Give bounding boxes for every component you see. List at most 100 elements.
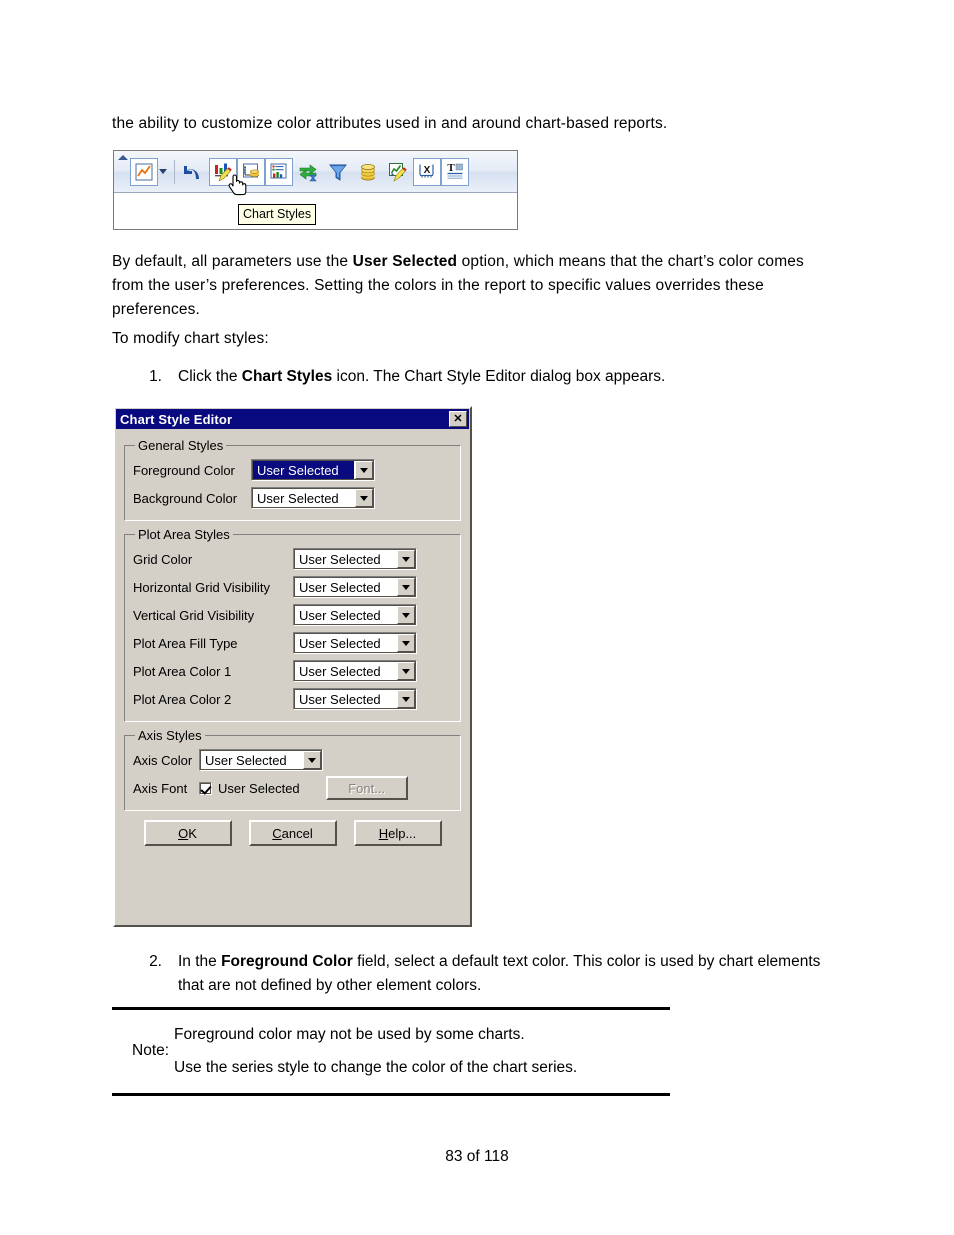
database-icon[interactable] [353,157,383,187]
dialog-title: Chart Style Editor [120,411,233,427]
foreground-color-label: Foreground Color [133,462,235,478]
chart-type-dropdown-caret-icon[interactable] [159,169,167,174]
chevron-down-icon[interactable] [397,662,415,680]
grid-color-value: User Selected [299,551,381,567]
chart-type-icon[interactable] [130,157,158,186]
chevron-down-icon[interactable] [397,550,415,568]
cancel-rest: ancel [281,825,313,841]
grid-color-label: Grid Color [133,551,193,567]
toolbar-grip-icon [114,151,130,193]
default-parameters-paragraph: By default, all parameters use the User … [112,250,824,322]
title-text-icon[interactable]: T [441,157,469,186]
chevron-down-icon[interactable] [397,606,415,624]
step-1-bold: Chart Styles [241,368,333,385]
x-axis-icon[interactable]: X [413,157,441,186]
chevron-down-icon[interactable] [355,461,373,479]
row-axis-color: Axis Color User Selected [133,747,452,773]
axis-styles-legend: Axis Styles [138,728,202,743]
horizontal-grid-visibility-combo[interactable]: User Selected [293,576,417,598]
axis-font-checkbox-label: User Selected [218,780,300,796]
row-background-color: Background Color User Selected [133,485,452,511]
row-axis-font: Axis Font User Selected Font... [133,775,452,801]
plot-area-color-2-label: Plot Area Color 2 [133,691,232,707]
row-vertical-grid-visibility: Vertical Grid Visibility User Selected [133,602,452,628]
svg-text:X: X [424,165,431,176]
cancel-button[interactable]: Cancel [248,820,337,846]
vertical-grid-visibility-label: Vertical Grid Visibility [133,607,255,623]
chart-style-editor-dialog: Chart Style Editor ✕ General Styles Fore… [113,406,472,927]
foreground-color-combo[interactable]: User Selected [251,459,375,481]
cancel-mnemonic: C [272,825,282,841]
note-label: Note: [132,1042,170,1059]
swap-rows-columns-icon[interactable] [293,157,323,187]
help-button[interactable]: Help... [353,820,442,846]
step-2-number: 2. [149,953,162,970]
axis-color-combo[interactable]: User Selected [199,749,323,771]
chart-styles-tooltip: Chart Styles [238,204,317,225]
horizontal-grid-visibility-value: User Selected [299,579,381,595]
step-1-after: icon. The Chart Style Editor dialog box … [332,368,666,385]
axis-styles-group: Axis Styles Axis Color User Selected Axi… [124,728,461,811]
row-plot-area-color-2: Plot Area Color 2 User Selected [133,686,452,712]
dialog-titlebar[interactable]: Chart Style Editor ✕ [116,409,469,429]
chevron-down-icon[interactable] [355,489,373,507]
plot-area-fill-type-label: Plot Area Fill Type [133,635,238,651]
row-horizontal-grid-visibility: Horizontal Grid Visibility User Selected [133,574,452,600]
step-1-before: Click the [178,368,242,385]
plot-area-styles-legend: Plot Area Styles [138,527,230,542]
help-mnemonic: H [378,825,389,841]
grid-color-combo[interactable]: User Selected [293,548,417,570]
chart-styles-icon[interactable] [209,157,237,186]
background-color-combo[interactable]: User Selected [251,487,375,509]
step-2-text: In the Foreground Color field, select a … [178,950,832,998]
to-modify-heading: To modify chart styles: [112,330,269,347]
ok-rest: K [188,825,197,841]
dialog-button-row: OK Cancel Help... [124,820,461,846]
horizontal-grid-visibility-label: Horizontal Grid Visibility [133,579,271,595]
chevron-down-icon[interactable] [397,634,415,652]
default-para-before: By default, all parameters use the [112,253,353,270]
plot-area-styles-group: Plot Area Styles Grid Color User Selecte… [124,527,461,722]
svg-text:T: T [447,162,455,174]
document-page: the ability to customize color attribute… [0,0,954,1235]
user-selected-bold: User Selected [352,253,458,270]
chart-data-icon[interactable] [237,157,265,186]
row-grid-color: Grid Color User Selected [133,546,452,572]
ok-button[interactable]: OK [143,820,232,846]
foreground-color-value: User Selected [252,460,354,480]
font-button[interactable]: Font... [325,776,408,800]
step-2-before: In the [178,953,222,970]
close-icon[interactable]: ✕ [449,411,467,427]
background-color-value: User Selected [257,490,339,506]
step-1: 1. Click the Chart Styles icon. The Char… [132,365,832,389]
chevron-down-icon[interactable] [397,690,415,708]
axis-font-label: Axis Font [133,780,188,796]
intro-paragraph: the ability to customize color attribute… [112,115,668,132]
plot-area-color-1-value: User Selected [299,663,381,679]
vertical-grid-visibility-combo[interactable]: User Selected [293,604,417,626]
chevron-down-icon[interactable] [397,578,415,596]
row-plot-area-color-1: Plot Area Color 1 User Selected [133,658,452,684]
plot-area-color-1-combo[interactable]: User Selected [293,660,417,682]
step-2-bold: Foreground Color [221,953,353,970]
axis-color-label: Axis Color [133,752,193,768]
plot-area-color-2-combo[interactable]: User Selected [293,688,417,710]
general-styles-legend: General Styles [138,438,224,453]
note-line-1: Foreground color may not be used by some… [174,1026,525,1043]
step-2: 2. In the Foreground Color field, select… [132,950,832,998]
undo-icon[interactable] [179,157,209,187]
filter-icon[interactable] [323,157,353,187]
axis-font-user-selected-checkbox[interactable]: User Selected [199,781,300,796]
note-lines: Foreground color may not be used by some… [174,1018,670,1084]
row-foreground-color: Foreground Color User Selected [133,457,452,483]
plot-area-fill-type-value: User Selected [299,635,381,651]
row-plot-area-fill-type: Plot Area Fill Type User Selected [133,630,452,656]
step-1-text: Click the Chart Styles icon. The Chart S… [178,365,832,389]
plot-area-fill-type-combo[interactable]: User Selected [293,632,417,654]
edit-chart-icon[interactable] [383,157,413,187]
general-styles-group: General Styles Foreground Color User Sel… [124,438,461,521]
plot-area-color-2-value: User Selected [299,691,381,707]
ok-mnemonic: O [178,825,189,841]
chevron-down-icon[interactable] [303,751,321,769]
chart-legend-icon[interactable] [265,157,293,186]
